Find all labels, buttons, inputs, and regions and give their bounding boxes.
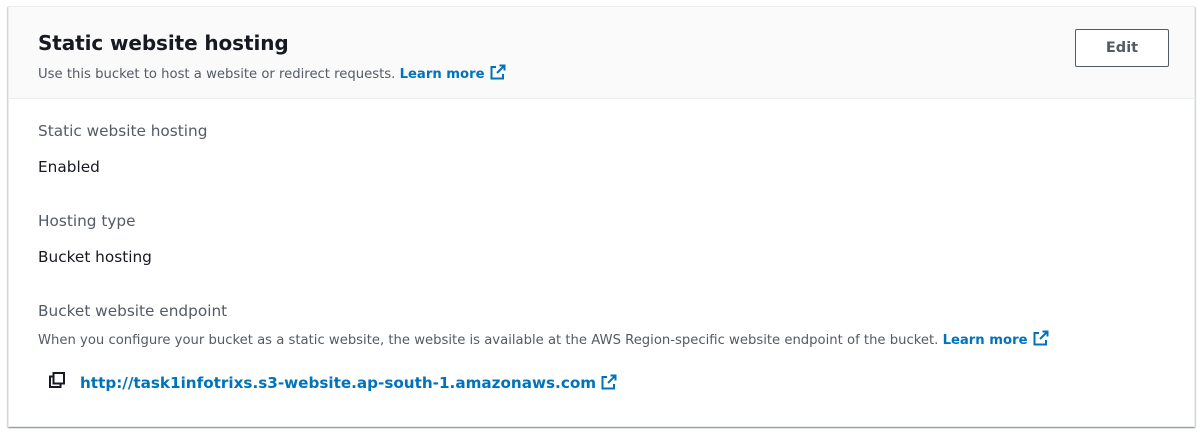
endpoint-url-row: http://task1infotrixs.s3-website.ap-sout… [48,370,618,394]
hosting-status-label: Static website hosting [38,122,208,140]
hosting-status-value: Enabled [38,158,100,176]
panel-header: Static website hosting Use this bucket t… [9,7,1194,99]
edit-button[interactable]: Edit [1075,29,1169,67]
panel-title: Static website hosting [38,31,289,55]
endpoint-description-text: When you configure your bucket as a stat… [38,333,939,348]
endpoint-label: Bucket website endpoint [38,302,228,320]
learn-more-link[interactable]: Learn more [399,64,507,82]
learn-more-label: Learn more [399,67,485,82]
endpoint-learn-more-link[interactable]: Learn more [942,330,1050,348]
external-link-icon [601,374,617,389]
static-website-hosting-panel: Static website hosting Use this bucket t… [8,6,1195,427]
hosting-type-label: Hosting type [38,212,136,230]
copy-icon[interactable] [48,371,66,393]
endpoint-url-link[interactable]: http://task1infotrixs.s3-website.ap-sout… [80,373,618,392]
external-link-icon [490,64,506,80]
endpoint-url-text: http://task1infotrixs.s3-website.ap-sout… [80,373,597,392]
endpoint-learn-more-label: Learn more [942,333,1028,348]
panel-description-text: Use this bucket to host a website or red… [38,67,396,82]
panel-description: Use this bucket to host a website or red… [38,63,507,85]
hosting-type-value: Bucket hosting [38,248,152,266]
external-link-icon [1033,330,1049,346]
endpoint-description: When you configure your bucket as a stat… [38,329,1050,351]
